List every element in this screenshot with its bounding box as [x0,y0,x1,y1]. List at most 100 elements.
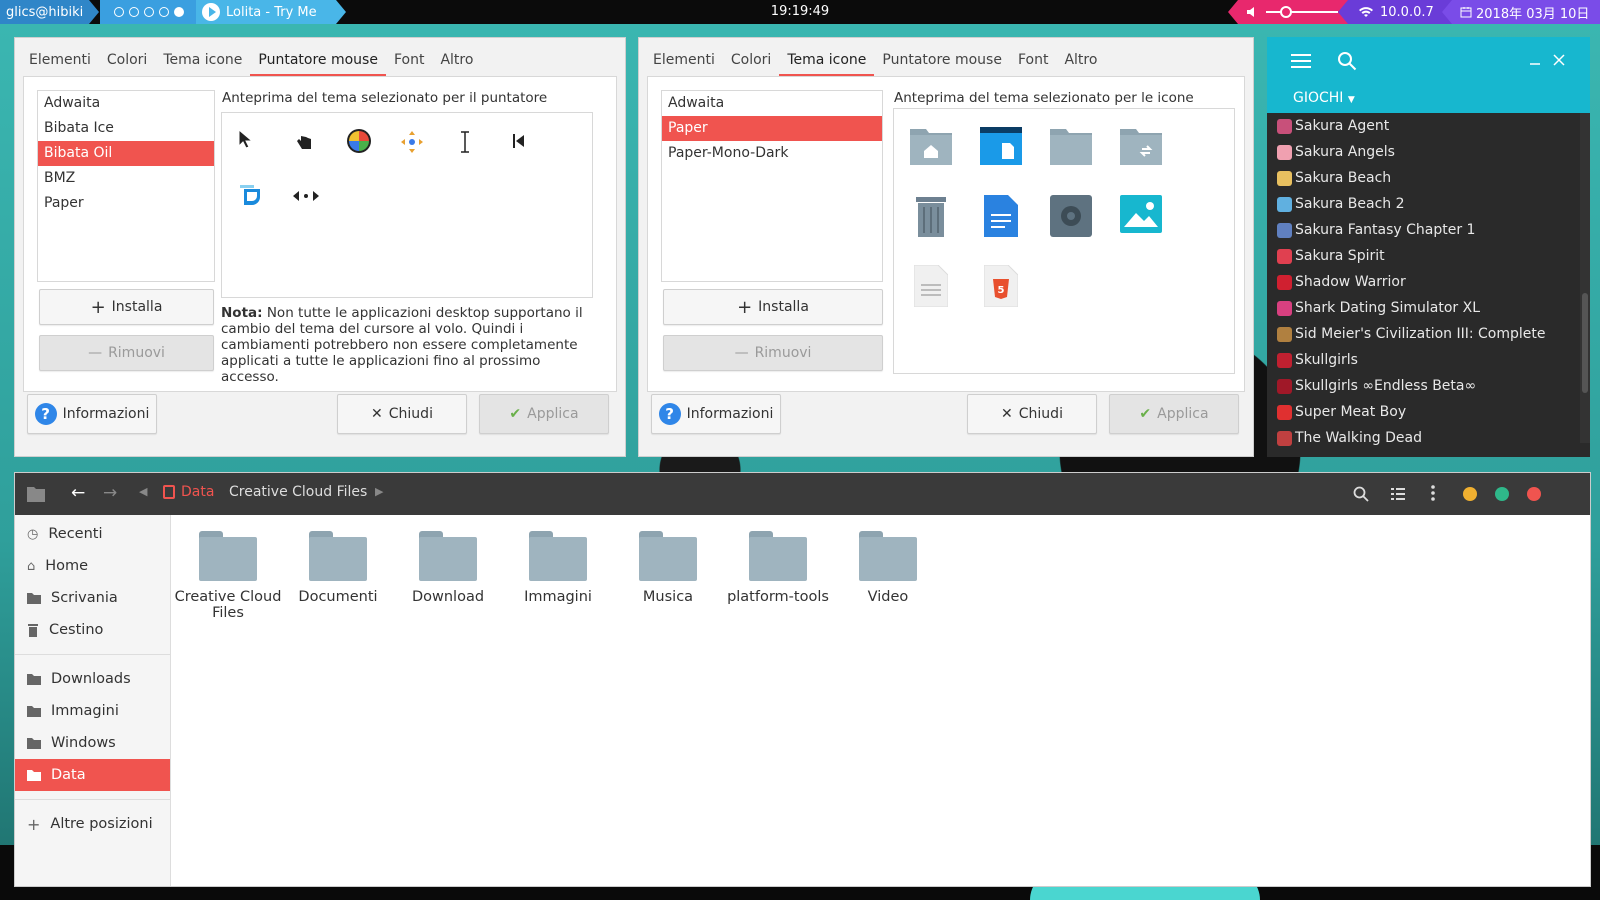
game-item[interactable]: Shark Dating Simulator XL [1267,295,1590,321]
date-indicator[interactable]: 2018年 03月 10日 [1442,0,1600,24]
remove-button[interactable]: — Rimuovi [663,335,883,371]
resize-horizontal-cursor-icon [293,191,319,201]
file-manager-window: ← → ◀ Data Creative Cloud Files ▶ ◷ Recen… [14,472,1591,887]
theme-item[interactable]: Adwaita [38,91,214,116]
folder-icon [27,706,41,717]
folder-item[interactable]: Documenti [283,531,393,605]
game-icon [1277,196,1292,212]
sidebar-item-windows[interactable]: Windows [15,727,170,759]
tab-font[interactable]: Font [1010,52,1056,76]
close-button[interactable] [1527,487,1541,501]
tab-colori[interactable]: Colori [723,52,779,76]
sidebar-item-cestino[interactable]: Cestino [15,614,170,646]
speaker-icon [1247,7,1254,17]
tab-elementi[interactable]: Elementi [21,52,99,76]
volume-control[interactable] [1228,0,1348,24]
sidebar-item-recenti[interactable]: ◷ Recenti [15,518,170,550]
games-list[interactable]: Sakura Agent Sakura Angels Sakura Beach … [1267,113,1590,451]
sidebar-item-home[interactable]: ⌂ Home [15,550,170,582]
icon-theme-list[interactable]: Adwaita Paper Paper-Mono-Dark [661,90,883,282]
folder-icon [27,674,41,685]
install-button[interactable]: + Installa [39,289,214,325]
apply-button[interactable]: ✔ Applica [479,394,609,434]
folder-icon [309,531,367,581]
close-button[interactable]: ✕ Chiudi [337,394,467,434]
network-indicator[interactable]: 10.0.0.7 [1338,0,1452,24]
game-item[interactable]: Sakura Agent [1267,113,1590,139]
tab-tema-icone[interactable]: Tema icone [155,52,250,76]
remove-button[interactable]: — Rimuovi [39,335,214,371]
theme-item-selected[interactable]: Bibata Oil [38,141,214,166]
game-item[interactable]: Sakura Beach [1267,165,1590,191]
minimize-icon[interactable] [1529,59,1541,65]
sidebar-item-data[interactable]: Data [15,759,170,791]
theme-item[interactable]: Paper [38,191,214,216]
game-item[interactable]: Sakura Beach 2 [1267,191,1590,217]
game-item[interactable]: Shadow Warrior [1267,269,1590,295]
view-list-icon[interactable] [1391,487,1405,501]
tab-bar: Elementi Colori Tema icone Puntatore mou… [15,38,625,76]
tab-bar: Elementi Colori Tema icone Puntatore mou… [639,38,1253,76]
game-item[interactable]: Sakura Spirit [1267,243,1590,269]
tab-tema-icone[interactable]: Tema icone [779,52,875,76]
volume-slider[interactable] [1266,6,1338,18]
folder-item[interactable]: Musica [613,531,723,605]
path-left-icon[interactable]: ◀ [139,485,147,498]
minimize-button[interactable] [1463,487,1477,501]
game-item[interactable]: Skullgirls [1267,347,1590,373]
info-button[interactable]: ? Informazioni [651,394,781,434]
breadcrumb-data[interactable]: Data [163,484,214,500]
sidebar-item-scrivania[interactable]: Scrivania [15,582,170,614]
tab-puntatore-mouse[interactable]: Puntatore mouse [874,52,1010,76]
cursor-theme-list[interactable]: Adwaita Bibata Ice Bibata Oil BMZ Paper [37,90,215,282]
tab-altro[interactable]: Altro [1056,52,1105,76]
folder-item[interactable]: Immagini [503,531,613,605]
folder-item[interactable]: Download [393,531,503,605]
game-icon [1277,144,1292,160]
game-item[interactable]: Super Meat Boy [1267,399,1590,425]
path-right-icon[interactable]: ▶ [375,485,383,498]
folder-item[interactable]: platform-tools [723,531,833,605]
breadcrumb-creative-cloud[interactable]: Creative Cloud Files [229,484,367,500]
home-icon: ⌂ [27,558,36,574]
scrollbar-thumb[interactable] [1582,293,1588,393]
volume-knob[interactable] [1280,6,1292,18]
theme-item-selected[interactable]: Paper [662,116,882,141]
theme-item[interactable]: Bibata Ice [38,116,214,141]
tab-puntatore-mouse[interactable]: Puntatore mouse [250,52,386,76]
search-icon[interactable] [1337,51,1357,71]
forward-arrow-icon[interactable]: → [103,483,117,503]
game-item[interactable]: The Walking Dead [1267,425,1590,451]
game-item[interactable]: Sakura Angels [1267,139,1590,165]
kebab-menu-icon[interactable] [1431,485,1435,501]
install-button[interactable]: + Installa [663,289,883,325]
close-button[interactable]: ✕ Chiudi [967,394,1097,434]
maximize-button[interactable] [1495,487,1509,501]
folder-item[interactable]: Creative Cloud Files [173,531,283,621]
tab-colori[interactable]: Colori [99,52,155,76]
folder-item[interactable]: Video [833,531,943,605]
svg-text:5: 5 [998,285,1005,296]
close-icon[interactable] [1553,54,1565,66]
apply-button[interactable]: ✔ Applica [1109,394,1239,434]
game-item[interactable]: Skullgirls ∞Endless Beta∞ [1267,373,1590,399]
scrollbar[interactable] [1580,113,1590,443]
game-item[interactable]: Sid Meier's Civilization III: Complete [1267,321,1590,347]
sidebar-item-altre-posizioni[interactable]: + Altre posizioni [15,808,170,840]
sidebar-item-downloads[interactable]: Downloads [15,663,170,695]
theme-item[interactable]: Adwaita [662,91,882,116]
tab-altro[interactable]: Altro [432,52,481,76]
top-panel: glics@hibiki Lolita - Try Me 19:19:49 10… [0,0,1600,24]
tab-font[interactable]: Font [386,52,432,76]
back-arrow-icon[interactable]: ← [71,483,85,503]
minus-icon: — [734,345,749,361]
search-icon[interactable] [1353,486,1369,502]
theme-item[interactable]: BMZ [38,166,214,191]
category-dropdown[interactable]: GIOCHI ▼ [1267,85,1590,113]
menu-icon[interactable] [1291,53,1311,69]
sidebar-item-immagini[interactable]: Immagini [15,695,170,727]
info-button[interactable]: ? Informazioni [27,394,157,434]
theme-item[interactable]: Paper-Mono-Dark [662,141,882,166]
tab-elementi[interactable]: Elementi [645,52,723,76]
game-item[interactable]: Sakura Fantasy Chapter 1 [1267,217,1590,243]
